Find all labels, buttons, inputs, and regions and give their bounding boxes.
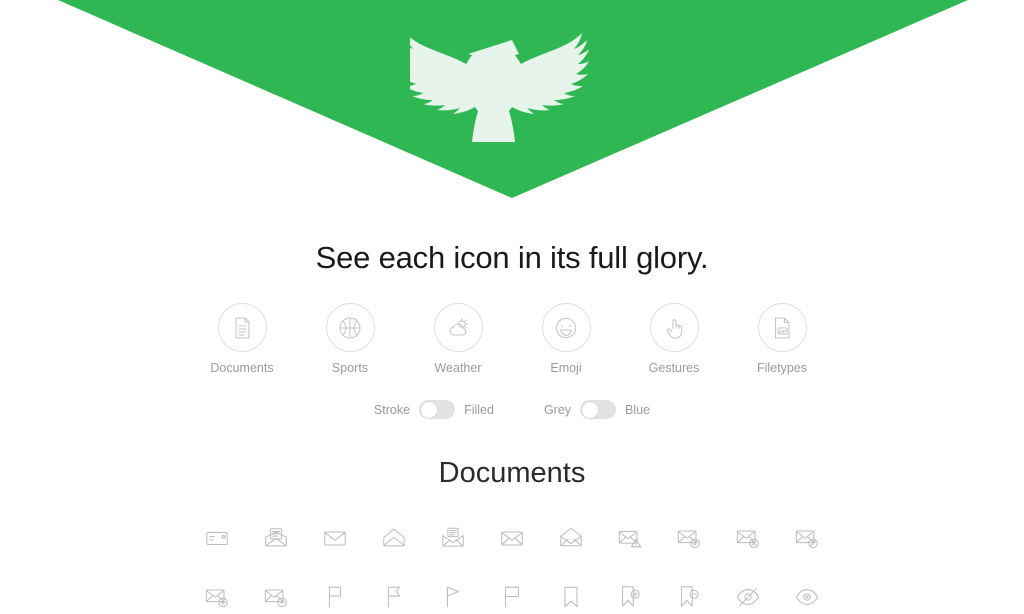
page-headline: See each icon in its full glory. (315, 240, 709, 275)
eye-icon[interactable] (785, 575, 829, 614)
envelope-check-icon[interactable] (667, 516, 711, 560)
cloud-sun-icon[interactable] (433, 303, 483, 352)
category-weather[interactable]: Weather (418, 303, 498, 375)
envelope-plus-icon[interactable] (195, 575, 239, 614)
style-toggle[interactable] (419, 400, 456, 419)
envelope-minus-icon[interactable] (254, 575, 298, 614)
envelope-open-letter-icon[interactable] (254, 516, 298, 560)
style-toggle-right-label: Filled (464, 402, 494, 417)
category-emoji[interactable]: Emoji (526, 303, 606, 375)
envelope-warning-icon[interactable] (608, 516, 652, 560)
display-options: Stroke Filled Grey Blue (0, 400, 1024, 419)
color-toggle-left-label: Grey (543, 402, 572, 417)
envelope-back-card-icon[interactable] (195, 516, 239, 560)
category-label: Emoji (550, 361, 582, 375)
category-label: Sports (331, 361, 369, 375)
style-toggle-group: Stroke Filled (374, 400, 494, 419)
category-gestures[interactable]: Gestures (634, 303, 714, 375)
category-label: Documents (210, 361, 274, 375)
category-sports[interactable]: Sports (310, 303, 390, 375)
pointing-hand-icon[interactable] (649, 303, 699, 352)
category-label: Gestures (648, 361, 700, 375)
icon-gallery-page: See each icon in its full glory. Documen… (0, 0, 1024, 614)
flag-square-icon[interactable] (490, 575, 534, 614)
style-toggle-left-label: Stroke (373, 402, 411, 417)
envelope-sealed-icon[interactable] (490, 516, 534, 560)
flag-notched-icon[interactable] (372, 575, 416, 614)
icon-grid (187, 508, 837, 614)
style-toggle-knob (420, 401, 437, 418)
basketball-icon[interactable] (325, 303, 375, 352)
eagle-bird-logo (410, 33, 589, 142)
category-documents[interactable]: Documents (202, 303, 282, 375)
section-title: Documents (438, 457, 586, 489)
envelope-open-flap-up-icon[interactable] (372, 516, 416, 560)
envelope-close-icon[interactable] (726, 516, 770, 560)
bookmark-icon[interactable] (549, 575, 593, 614)
eye-off-icon[interactable] (726, 575, 770, 614)
flag-pennant-icon[interactable] (431, 575, 475, 614)
color-toggle-group: Grey Blue (544, 400, 650, 419)
envelope-closed-icon[interactable] (313, 516, 357, 560)
envelope-block-icon[interactable] (785, 516, 829, 560)
color-toggle-knob (581, 401, 598, 418)
category-selector: Documents Sports Weather Emoji Gestures … (0, 303, 1024, 375)
zip-file-icon[interactable]: ZIP (757, 303, 807, 352)
svg-text:ZIP: ZIP (779, 328, 786, 333)
color-toggle-right-label: Blue (625, 402, 651, 417)
bookmark-plus-icon[interactable] (608, 575, 652, 614)
envelope-open-letter-down-icon[interactable] (431, 516, 475, 560)
envelope-open-empty-icon[interactable] (549, 516, 593, 560)
bookmark-minus-icon[interactable] (667, 575, 711, 614)
category-label: Weather (434, 361, 482, 375)
document-lines-icon[interactable] (217, 303, 267, 352)
category-filetypes[interactable]: ZIP Filetypes (742, 303, 822, 375)
smiley-face-icon[interactable] (541, 303, 591, 352)
category-label: Filetypes (756, 361, 808, 375)
hero-banner (0, 0, 1024, 200)
color-toggle[interactable] (580, 400, 617, 419)
flag-outline-icon[interactable] (313, 575, 357, 614)
